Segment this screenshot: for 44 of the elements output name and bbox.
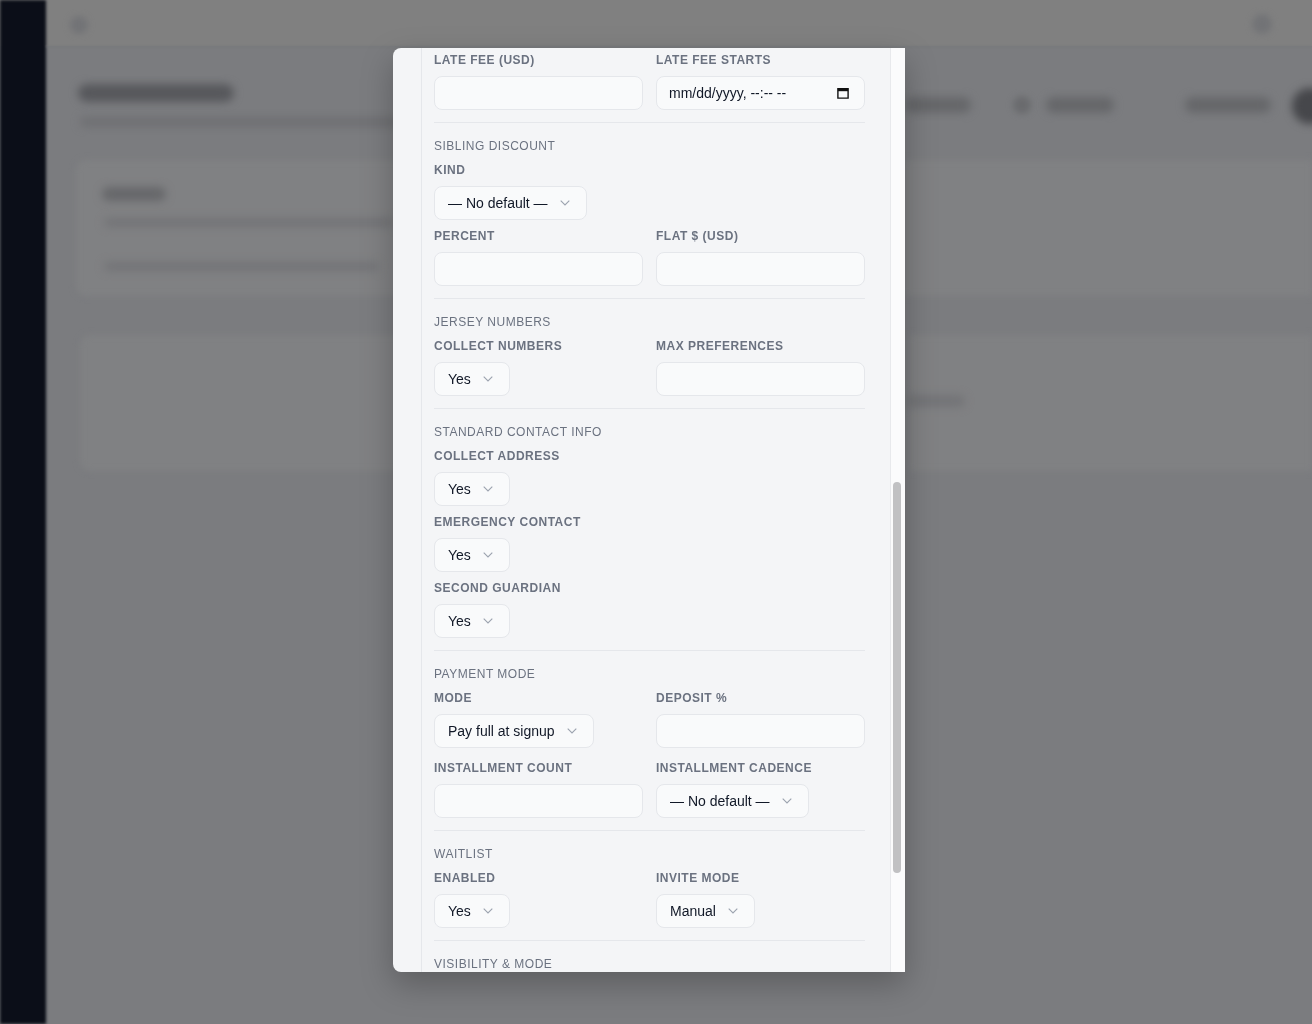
- field-label: ENABLED: [434, 870, 496, 886]
- field-label: MODE: [434, 690, 472, 706]
- field-label: PERCENT: [434, 228, 495, 244]
- chevron-down-icon: [482, 376, 493, 382]
- field-label: LATE FEE (USD): [434, 52, 535, 68]
- field-label: MAX PREFERENCES: [656, 338, 784, 354]
- section-title: JERSEY NUMBERS: [434, 314, 551, 330]
- select-dropdown[interactable]: — No default —: [434, 186, 587, 220]
- field-label: COLLECT ADDRESS: [434, 448, 560, 464]
- chevron-down-icon: [482, 908, 493, 914]
- select-dropdown[interactable]: Pay full at signup: [434, 714, 594, 748]
- chevron-down-icon: [482, 618, 493, 624]
- chevron-down-icon: [559, 200, 570, 206]
- field-label: EMERGENCY CONTACT: [434, 514, 581, 530]
- field-label: FLAT $ (USD): [656, 228, 739, 244]
- field-label: LATE FEE STARTS: [656, 52, 772, 68]
- field-label: KIND: [434, 162, 466, 178]
- section-title: WAITLIST: [434, 846, 493, 862]
- select-dropdown[interactable]: Yes: [434, 604, 510, 638]
- section-title: SIBLING DISCOUNT: [434, 138, 556, 154]
- chevron-down-icon: [727, 908, 738, 914]
- scrollbar-track[interactable]: [890, 48, 905, 972]
- field-label: SECOND GUARDIAN: [434, 580, 561, 596]
- chevron-down-icon: [566, 728, 577, 734]
- select-dropdown[interactable]: Yes: [434, 472, 510, 506]
- chevron-down-icon: [482, 552, 493, 558]
- field-label: INSTALLMENT CADENCE: [656, 760, 812, 776]
- scrollbar-thumb[interactable]: [893, 482, 901, 873]
- section-title: STANDARD CONTACT INFO: [434, 424, 602, 440]
- chevron-down-icon: [781, 798, 792, 804]
- select-dropdown[interactable]: — No default —: [656, 784, 809, 818]
- field-label: COLLECT NUMBERS: [434, 338, 563, 354]
- section-title: PAYMENT MODE: [434, 666, 536, 682]
- select-dropdown[interactable]: Yes: [434, 894, 510, 928]
- datetime-input[interactable]: mm/dd/yyyy, --:-- --: [656, 76, 865, 110]
- select-dropdown[interactable]: Yes: [434, 538, 510, 572]
- field-label: INSTALLMENT COUNT: [434, 760, 573, 776]
- select-dropdown[interactable]: Manual: [656, 894, 755, 928]
- section-title: VISIBILITY & MODE: [434, 956, 553, 972]
- select-dropdown[interactable]: Yes: [434, 362, 510, 396]
- chevron-down-icon: [482, 486, 493, 492]
- field-label: DEPOSIT %: [656, 690, 728, 706]
- field-label: INVITE MODE: [656, 870, 740, 886]
- calendar-icon[interactable]: [837, 87, 849, 99]
